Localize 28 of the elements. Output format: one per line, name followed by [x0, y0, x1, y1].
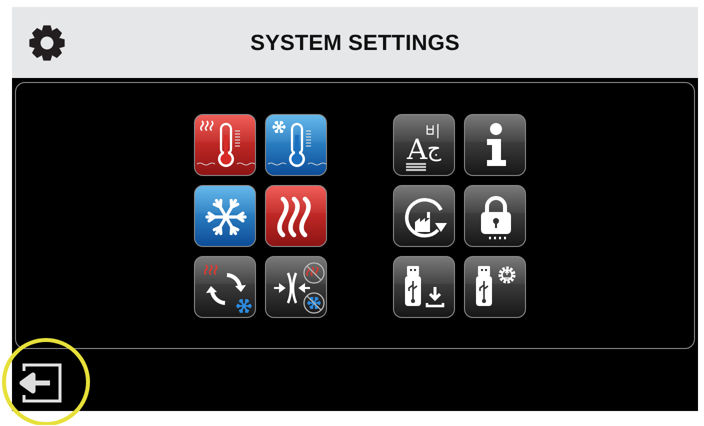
- usb-settings-icon: [476, 266, 516, 306]
- settings-icon[interactable]: [28, 24, 66, 62]
- usb-settings-button[interactable]: [464, 256, 526, 318]
- heat-setpoint-button[interactable]: [194, 114, 256, 176]
- screen-title: SYSTEM SETTINGS: [250, 30, 460, 56]
- cool-setpoint-button[interactable]: [265, 114, 327, 176]
- cooling-button[interactable]: [194, 185, 256, 247]
- heating-button[interactable]: [265, 185, 327, 247]
- language-glyph: ج: [427, 137, 442, 162]
- lock-icon: [481, 196, 511, 240]
- usb-download-icon: [405, 266, 444, 308]
- language-glyph: A: [407, 133, 428, 166]
- heat-waves-icon: [277, 196, 311, 238]
- snowflake-icon: [205, 198, 247, 236]
- lock-button[interactable]: [464, 185, 526, 247]
- changeover-button[interactable]: [194, 256, 256, 318]
- deadband-icon: [273, 262, 325, 314]
- exit-icon[interactable]: [18, 363, 62, 403]
- info-button[interactable]: [464, 114, 526, 176]
- cool-thermometer-icon: [268, 121, 326, 167]
- info-icon: [487, 123, 506, 166]
- changeover-icon: [204, 264, 252, 313]
- language-glyph: 비: [425, 121, 441, 140]
- heat-thermometer-icon: [196, 120, 255, 167]
- factory-reset-icon: [405, 198, 447, 238]
- factory-reset-button[interactable]: [393, 185, 455, 247]
- usb-download-button[interactable]: [393, 256, 455, 318]
- deadband-button[interactable]: [265, 256, 327, 318]
